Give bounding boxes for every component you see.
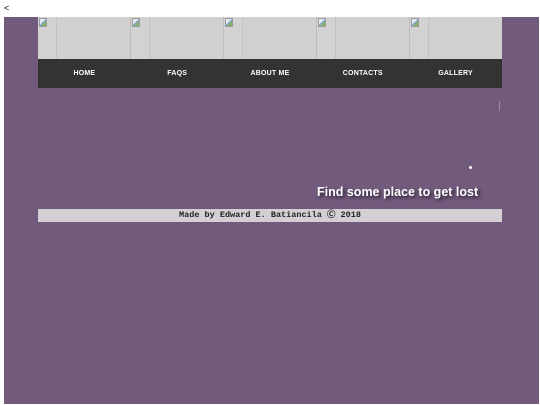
banner-cell [410,17,502,59]
footer-credit: Made by Edward E. Batiancila Ⓒ 2018 [38,209,502,222]
banner-cell [224,17,317,59]
page-container: HOME FAQS ABOUT ME CONTACTS GALLERY Find… [4,17,539,404]
broken-image-icon [411,18,419,27]
main-navigation: HOME FAQS ABOUT ME CONTACTS GALLERY [38,59,502,88]
banner-thumb [317,17,336,59]
nav-link-home[interactable]: HOME [38,70,131,77]
nav-link-about-me[interactable]: ABOUT ME [224,70,317,77]
broken-image-icon [39,18,47,27]
broken-image-icon [132,18,140,27]
banner-image-strip [38,17,502,59]
banner-thumb [131,17,150,59]
nav-link-gallery[interactable]: GALLERY [409,70,502,77]
banner-cell [38,17,131,59]
banner-thumb [410,17,429,59]
stray-text: < [4,3,10,13]
nav-link-contacts[interactable]: CONTACTS [316,70,409,77]
hero-tagline: Find some place to get lost [317,185,479,199]
broken-image-icon [318,18,326,27]
banner-cell [317,17,410,59]
banner-thumb [224,17,243,59]
nav-link-faqs[interactable]: FAQS [131,70,224,77]
broken-image-icon [225,18,233,27]
banner-thumb [38,17,57,59]
slider-dot[interactable] [469,166,472,169]
banner-cell [131,17,224,59]
slider-edge-mark [499,101,500,111]
